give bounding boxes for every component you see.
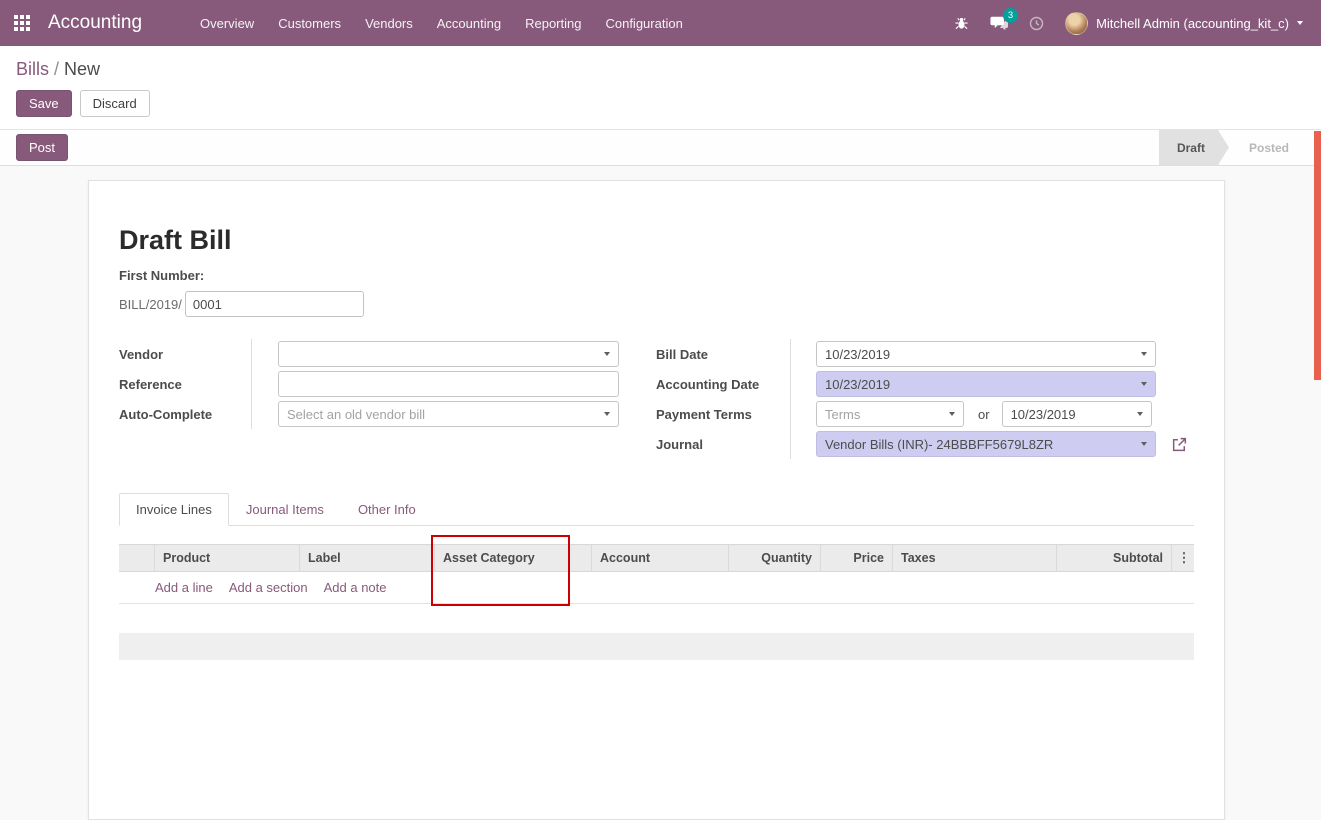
add-a-section-link[interactable]: Add a section: [229, 580, 308, 595]
col-header-handle: [119, 545, 155, 571]
nav-item-reporting[interactable]: Reporting: [513, 10, 593, 37]
col-header-asset-category: Asset Category: [435, 545, 592, 571]
app-name[interactable]: Accounting: [48, 12, 142, 34]
nav-item-customers[interactable]: Customers: [266, 10, 353, 37]
invoice-lines-table: Product Label Asset Category Account Qua…: [119, 544, 1194, 604]
reference-input[interactable]: [278, 371, 619, 397]
col-header-subtotal: Subtotal: [1057, 545, 1172, 571]
discard-button[interactable]: Discard: [80, 90, 150, 117]
or-label: or: [978, 407, 990, 422]
breadcrumb-separator: /: [54, 59, 59, 79]
bill-date-value: 10/23/2019: [825, 347, 890, 362]
nav-item-vendors[interactable]: Vendors: [353, 10, 425, 37]
bill-number-prefix: BILL/2019/: [119, 297, 182, 312]
autocomplete-select[interactable]: Select an old vendor bill: [278, 401, 619, 427]
table-add-links-row: Add a line Add a section Add a note: [119, 572, 1194, 604]
nav-item-configuration[interactable]: Configuration: [593, 10, 694, 37]
col-header-taxes: Taxes: [893, 545, 1057, 571]
notebook: Invoice Lines Journal Items Other Info P…: [119, 493, 1194, 660]
add-a-note-link[interactable]: Add a note: [324, 580, 387, 595]
autocomplete-placeholder: Select an old vendor bill: [287, 407, 425, 422]
status-stage-draft[interactable]: Draft: [1159, 130, 1229, 165]
vendor-label: Vendor: [119, 339, 252, 369]
activities-icon[interactable]: [1029, 16, 1044, 31]
main-menu: Overview Customers Vendors Accounting Re…: [188, 10, 695, 37]
first-number-label: First Number:: [119, 268, 1194, 283]
external-link-icon[interactable]: [1171, 436, 1188, 453]
form-statusbar: Post Draft Posted: [0, 130, 1321, 166]
payment-due-date-select[interactable]: 10/23/2019: [1002, 401, 1152, 427]
status-stage-posted[interactable]: Posted: [1229, 130, 1309, 165]
save-button[interactable]: Save: [16, 90, 72, 117]
top-navbar: Accounting Overview Customers Vendors Ac…: [0, 0, 1321, 46]
scroll-indicator[interactable]: [1314, 131, 1321, 380]
user-name: Mitchell Admin (accounting_kit_c): [1096, 16, 1289, 31]
post-button[interactable]: Post: [16, 134, 68, 161]
field-groups: Vendor Reference Auto-Complete: [119, 339, 1194, 459]
accounting-date-select[interactable]: 10/23/2019: [816, 371, 1156, 397]
add-a-line-link[interactable]: Add a line: [155, 580, 213, 595]
tab-invoice-lines[interactable]: Invoice Lines: [119, 493, 229, 526]
payment-terms-label: Payment Terms: [656, 399, 791, 429]
page-title: Draft Bill: [119, 225, 1194, 256]
tab-other-info[interactable]: Other Info: [341, 493, 433, 526]
journal-value: Vendor Bills (INR)- 24BBBFF5679L8ZR: [825, 437, 1053, 452]
nav-item-accounting[interactable]: Accounting: [425, 10, 513, 37]
nav-item-overview[interactable]: Overview: [188, 10, 266, 37]
accounting-date-label: Accounting Date: [656, 369, 791, 399]
bill-date-select[interactable]: 10/23/2019: [816, 341, 1156, 367]
left-field-group: Vendor Reference Auto-Complete: [119, 339, 619, 459]
avatar: [1065, 12, 1088, 35]
caret-down-icon: [949, 412, 955, 416]
col-header-product: Product: [155, 545, 300, 571]
col-header-account: Account: [592, 545, 729, 571]
caret-down-icon: [1297, 21, 1303, 25]
col-header-quantity: Quantity: [729, 545, 821, 571]
caret-down-icon: [1141, 442, 1147, 446]
caret-down-icon: [604, 412, 610, 416]
status-pipeline: Draft Posted: [1159, 130, 1309, 165]
breadcrumb-bills-link[interactable]: Bills: [16, 59, 49, 79]
table-header-row: Product Label Asset Category Account Qua…: [119, 544, 1194, 572]
toggle-columns-icon[interactable]: ⋮: [1172, 545, 1196, 571]
systray: 3 Mitchell Admin (accounting_kit_c): [954, 12, 1303, 35]
bill-number-row: BILL/2019/: [119, 291, 1194, 317]
notebook-tabs: Invoice Lines Journal Items Other Info: [119, 493, 1194, 526]
user-menu[interactable]: Mitchell Admin (accounting_kit_c): [1065, 12, 1303, 35]
messages-icon[interactable]: 3: [990, 16, 1008, 31]
reference-label: Reference: [119, 369, 252, 399]
totals-placeholder: [119, 633, 1194, 660]
col-header-label: Label: [300, 545, 435, 571]
breadcrumb-current: New: [64, 59, 100, 79]
accounting-date-value: 10/23/2019: [825, 377, 890, 392]
payment-due-date-value: 10/23/2019: [1011, 407, 1076, 422]
col-header-price: Price: [821, 545, 893, 571]
control-panel: Bills/New Save Discard: [0, 46, 1321, 130]
caret-down-icon: [1141, 352, 1147, 356]
vendor-select[interactable]: [278, 341, 619, 367]
form-sheet: Draft Bill First Number: BILL/2019/ Vend…: [88, 180, 1225, 820]
right-field-group: Bill Date 10/23/2019 Accounting Date 10/…: [656, 339, 1194, 459]
apps-grid-icon[interactable]: [14, 15, 30, 31]
debug-icon[interactable]: [954, 16, 969, 31]
bill-date-label: Bill Date: [656, 339, 791, 369]
message-count-badge: 3: [1003, 8, 1018, 23]
control-panel-buttons: Save Discard: [0, 80, 1321, 129]
autocomplete-label: Auto-Complete: [119, 399, 252, 429]
caret-down-icon: [604, 352, 610, 356]
journal-label: Journal: [656, 429, 791, 459]
breadcrumb: Bills/New: [0, 46, 1321, 80]
caret-down-icon: [1141, 382, 1147, 386]
bill-number-input[interactable]: [185, 291, 364, 317]
tab-journal-items[interactable]: Journal Items: [229, 493, 341, 526]
payment-terms-select[interactable]: Terms: [816, 401, 964, 427]
journal-select[interactable]: Vendor Bills (INR)- 24BBBFF5679L8ZR: [816, 431, 1156, 457]
caret-down-icon: [1137, 412, 1143, 416]
payment-terms-placeholder: Terms: [825, 407, 860, 422]
